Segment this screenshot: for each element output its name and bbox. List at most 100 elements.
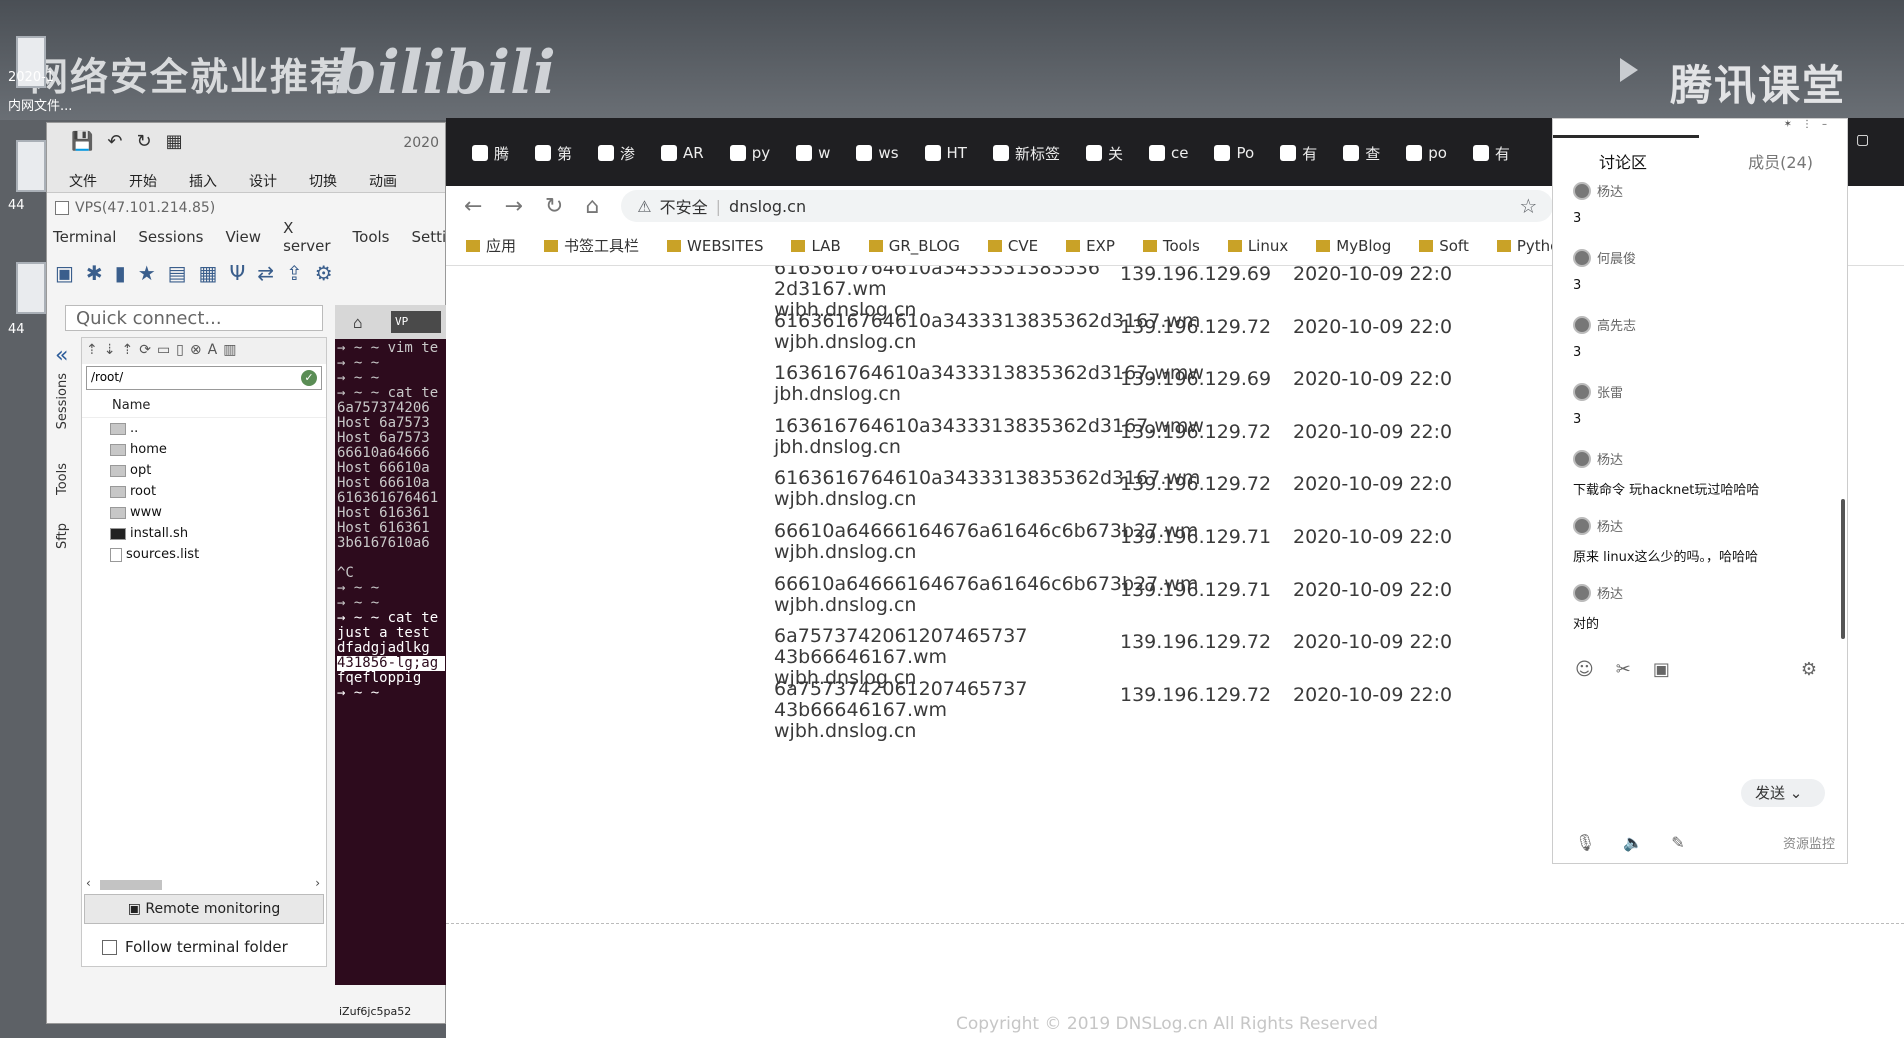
rename-icon[interactable]: A [208, 342, 218, 360]
mic-icon[interactable]: 🎙 [1575, 833, 1595, 852]
bookmark-item[interactable]: Soft [1419, 237, 1469, 255]
session-checkbox[interactable] [55, 201, 69, 215]
menu-view[interactable]: View [225, 228, 261, 246]
avatar[interactable] [1573, 315, 1591, 334]
transfer-icon[interactable]: ⇄ [257, 261, 274, 285]
split-icon[interactable]: ▦ [199, 261, 218, 285]
avatar[interactable] [1573, 382, 1591, 401]
servers-icon[interactable]: ✱ [86, 261, 103, 285]
menu-settings[interactable]: Setti [412, 228, 447, 246]
collapse-left-icon[interactable]: « [55, 343, 68, 368]
resource-monitor-label[interactable]: 资源监控 [1783, 833, 1835, 852]
remote-monitoring-button[interactable]: ▣ Remote monitoring [84, 894, 324, 924]
home-icon[interactable]: ⌂ [585, 194, 599, 219]
browser-tab[interactable]: 有 [1465, 138, 1518, 168]
send-button[interactable]: 发送 ⌄ [1741, 779, 1825, 807]
file-icon[interactable]: ▯ [176, 342, 184, 360]
list-item[interactable]: home [82, 439, 326, 460]
list-item[interactable]: opt [82, 460, 326, 481]
bookmark-item[interactable]: 书签工具栏 [544, 235, 639, 256]
terminal-pane[interactable]: ⌂ VP → ~ ~ vim te → ~ ~ → ~ ~ → ~ ~ cat te 6… [335, 305, 447, 985]
browser-tab[interactable]: 查 [1335, 138, 1388, 168]
menu-xserver[interactable]: X server [283, 219, 330, 255]
browser-tab[interactable]: py [722, 138, 778, 168]
tab-discussion[interactable]: 讨论区 [1599, 149, 1647, 173]
bookmark-item[interactable]: WEBSITES [667, 237, 763, 255]
browser-tab[interactable]: 渗 [590, 138, 643, 168]
scroll-left-icon[interactable]: ‹ [86, 876, 91, 890]
follow-terminal-folder[interactable]: Follow terminal folder [102, 938, 288, 956]
menu-tools[interactable]: Tools [353, 228, 390, 246]
session-icon[interactable]: ▣ [55, 261, 74, 285]
list-item[interactable]: sources.list [82, 544, 326, 565]
settings-icon[interactable]: ⚙ [1801, 659, 1817, 680]
url-omnibox[interactable]: ⚠ 不安全 | dnslog.cn ☆ [621, 190, 1554, 222]
browser-tab[interactable]: 关 [1078, 138, 1131, 168]
bookmark-item[interactable]: MyBlog [1316, 237, 1391, 255]
browser-tab[interactable]: HT [917, 138, 975, 168]
sessions-tab[interactable]: Sessions [55, 373, 70, 429]
scissors-icon[interactable]: ✂ [1616, 659, 1631, 680]
browser-tab[interactable]: 腾 [464, 138, 517, 168]
avatar[interactable] [1573, 181, 1591, 200]
menu-terminal[interactable]: Terminal [53, 228, 116, 246]
name-column-header[interactable]: Name [82, 392, 326, 418]
browser-tab[interactable]: ce [1141, 138, 1196, 168]
bookmark-item[interactable]: 应用 [466, 235, 516, 256]
back-icon[interactable]: ← [464, 194, 482, 219]
upload-icon[interactable]: ⇪ [286, 261, 303, 285]
fork-icon[interactable]: Ψ [229, 261, 245, 285]
mic-icon[interactable]: ▮ [115, 261, 126, 285]
browser-tab[interactable]: w [788, 138, 838, 168]
go-check-icon[interactable]: ✓ [301, 370, 317, 386]
bookmark-item[interactable]: EXP [1066, 237, 1115, 255]
bookmark-item[interactable]: Linux [1227, 237, 1288, 255]
up-folder-icon[interactable]: ⇡ [86, 342, 98, 360]
download-icon[interactable]: ⇣ [104, 342, 116, 360]
star-icon[interactable]: ★ [138, 261, 156, 285]
reload-icon[interactable]: ↻ [545, 194, 563, 219]
avatar[interactable] [1573, 449, 1591, 468]
tab-members[interactable]: 成员(24) [1748, 149, 1813, 173]
bookmark-item[interactable]: GR_BLOG [868, 237, 960, 255]
bookmark-item[interactable]: Tools [1142, 237, 1200, 255]
upload-icon[interactable]: ⇡ [121, 342, 133, 360]
forward-icon[interactable]: → [504, 194, 522, 219]
browser-tab[interactable]: 新标签 [985, 138, 1068, 168]
emoji-icon[interactable]: ☺ [1575, 659, 1594, 680]
sftp-path-input[interactable]: /root/ ✓ [86, 366, 322, 390]
menu-sessions[interactable]: Sessions [138, 228, 203, 246]
bookmark-item[interactable]: CVE [987, 237, 1038, 255]
browser-tab[interactable]: po [1398, 138, 1455, 168]
panel-controls[interactable]: ✶⋮– [1784, 119, 1837, 130]
ribbon-tab[interactable]: 设计 [249, 171, 277, 191]
gear-icon[interactable]: ⚙ [315, 261, 333, 285]
avatar[interactable] [1573, 248, 1591, 267]
browser-tab[interactable]: AR [653, 138, 712, 168]
message-scrollbar[interactable] [1841, 499, 1845, 639]
quick-connect-input[interactable]: Quick connect... [65, 305, 323, 331]
ribbon-tab[interactable]: 文件 [69, 171, 97, 191]
home-icon[interactable]: ⌂ [353, 313, 363, 332]
new-folder-icon[interactable]: ▭ [157, 342, 170, 360]
horizontal-scrollbar[interactable]: ‹ › [82, 876, 326, 892]
delete-icon[interactable]: ⊗ [190, 342, 202, 360]
browser-tab[interactable]: 第 [527, 138, 580, 168]
pen-icon[interactable]: ✎ [1671, 833, 1684, 852]
avatar[interactable] [1573, 516, 1591, 535]
ribbon-tab[interactable]: 切换 [309, 171, 337, 191]
tools-tab[interactable]: Tools [55, 463, 70, 495]
desktop-doc-icon[interactable] [16, 140, 46, 192]
list-item[interactable]: root [82, 481, 326, 502]
speaker-icon[interactable]: 🔈 [1623, 833, 1643, 852]
list-item[interactable]: install.sh [82, 523, 326, 544]
bookmark-star-icon[interactable]: ☆ [1519, 194, 1537, 218]
scroll-right-icon[interactable]: › [315, 876, 320, 890]
browser-tab[interactable]: 有 [1272, 138, 1325, 168]
terminal-tab[interactable]: VP [391, 311, 441, 333]
warning-icon[interactable]: ⚠ [637, 197, 651, 216]
ribbon-tab[interactable]: 开始 [129, 171, 157, 191]
avatar[interactable] [1573, 583, 1591, 602]
scroll-thumb[interactable] [100, 880, 162, 890]
browser-tab[interactable]: Po [1206, 138, 1262, 168]
